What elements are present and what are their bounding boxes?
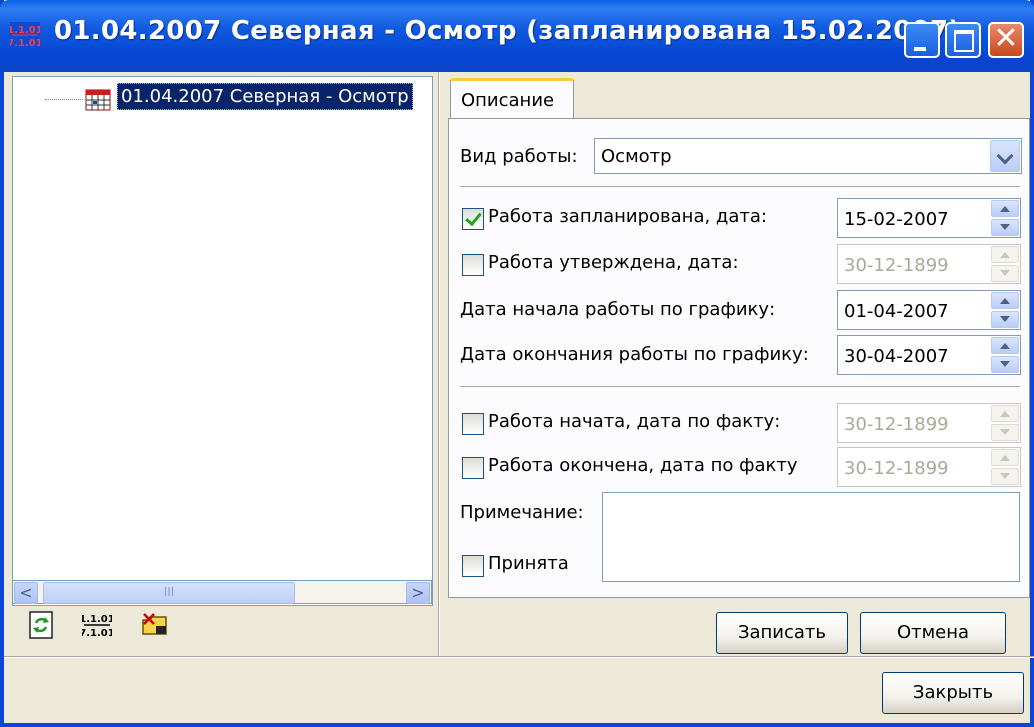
planned-date-value: 15-02-2007 [844,209,949,230]
grip-icon: III [163,585,175,599]
date-range-icon[interactable]: 1.1.01 7.1.01 [82,610,112,640]
scroll-left-button[interactable]: < [14,582,38,604]
chevron-left-icon: < [19,583,33,602]
note-label: Примечание: [460,502,584,523]
spin-down-icon[interactable] [991,356,1019,373]
close-window-button[interactable]: ✕ [988,21,1024,58]
tab-description[interactable]: Описание [450,78,574,120]
accepted-label: Принята [488,553,569,574]
end-schedule-spinner[interactable] [991,337,1019,373]
svg-text:7.1.01: 7.1.01 [82,628,112,639]
delete-folder-icon[interactable] [140,610,170,640]
spin-down-icon[interactable] [991,219,1019,236]
finished-checkbox[interactable] [462,457,484,479]
spin-up-icon[interactable] [991,200,1019,217]
refresh-icon[interactable] [26,610,56,640]
started-date-field[interactable]: 30-12-1899 [837,403,1021,443]
started-checkbox[interactable] [462,413,484,435]
title-bar[interactable]: 1.1.01 7.1.01 01.04.2007 Северная - Осмо… [0,0,1034,72]
end-schedule-date-field[interactable]: 30-04-2007 [837,335,1021,375]
svg-text:1.1.01: 1.1.01 [10,25,40,36]
scrollbar-thumb[interactable]: III [43,582,295,604]
spin-down-icon[interactable] [991,424,1019,441]
started-date-spinner[interactable] [991,405,1019,441]
spin-down-icon[interactable] [991,468,1019,485]
divider [460,386,1020,390]
finished-date-spinner[interactable] [991,449,1019,485]
close-button[interactable]: Закрыть [882,672,1024,714]
start-schedule-spinner[interactable] [991,292,1019,328]
work-type-label: Вид работы: [460,146,578,167]
end-schedule-label: Дата окончания работы по графику: [460,344,809,365]
minimize-button[interactable] [904,22,940,58]
spin-up-icon[interactable] [991,246,1019,263]
close-icon: ✕ [993,21,1019,56]
spin-up-icon[interactable] [991,337,1019,354]
work-type-select[interactable]: Осмотр [594,138,1022,174]
svg-text:1.1.01: 1.1.01 [82,614,112,625]
finished-date-value: 30-12-1899 [844,458,949,479]
approved-checkbox[interactable] [462,254,484,276]
tree-item[interactable]: 01.04.2007 Северная - Осмотр [117,83,413,110]
start-schedule-date-field[interactable]: 01-04-2007 [837,290,1021,330]
tree-connector [45,99,83,100]
planned-date-spinner[interactable] [991,200,1019,236]
tree-toolbar: 1.1.01 7.1.01 [12,610,432,650]
approved-date-spinner[interactable] [991,246,1019,282]
spin-up-icon[interactable] [991,405,1019,422]
chevron-down-icon[interactable] [990,140,1020,172]
started-date-value: 30-12-1899 [844,414,949,435]
spin-up-icon[interactable] [991,292,1019,309]
spin-down-icon[interactable] [991,265,1019,282]
divider [460,186,1020,190]
chevron-right-icon: > [411,583,425,602]
calendar-dates-icon: 1.1.01 7.1.01 [10,22,40,48]
calendar-grid-icon [85,89,111,111]
footer-divider [4,656,1034,658]
planned-checkbox[interactable] [462,208,484,230]
accepted-checkbox[interactable] [462,555,484,577]
finished-label: Работа окончена, дата по факту [488,455,798,476]
finished-date-field[interactable]: 30-12-1899 [837,447,1021,487]
note-textarea[interactable] [602,492,1020,582]
window-title: 01.04.2007 Северная - Осмотр (запланиров… [54,16,961,46]
started-label: Работа начата, дата по факту: [488,411,781,432]
approved-date-value: 30-12-1899 [844,255,949,276]
dialog-window: 1.1.01 7.1.01 01.04.2007 Северная - Осмо… [0,0,1034,727]
end-schedule-date-value: 30-04-2007 [844,346,949,367]
planned-date-field[interactable]: 15-02-2007 [837,198,1021,238]
spin-up-icon[interactable] [991,449,1019,466]
approved-date-field[interactable]: 30-12-1899 [837,244,1021,284]
maximize-button[interactable] [945,22,981,58]
cancel-button[interactable]: Отмена [860,612,1006,654]
start-schedule-label: Дата начала работы по графику: [460,299,776,320]
pane-splitter[interactable] [438,72,440,656]
horizontal-scrollbar[interactable]: < III > [12,580,432,604]
save-button[interactable]: Записать [716,612,848,654]
work-type-value: Осмотр [601,146,672,167]
svg-text:7.1.01: 7.1.01 [10,38,40,48]
spin-down-icon[interactable] [991,311,1019,328]
tree-view[interactable]: 01.04.2007 Северная - Осмотр [12,76,433,606]
scroll-right-button[interactable]: > [406,582,430,604]
planned-label: Работа запланирована, дата: [488,206,767,227]
approved-label: Работа утверждена, дата: [488,252,739,273]
start-schedule-date-value: 01-04-2007 [844,301,949,322]
